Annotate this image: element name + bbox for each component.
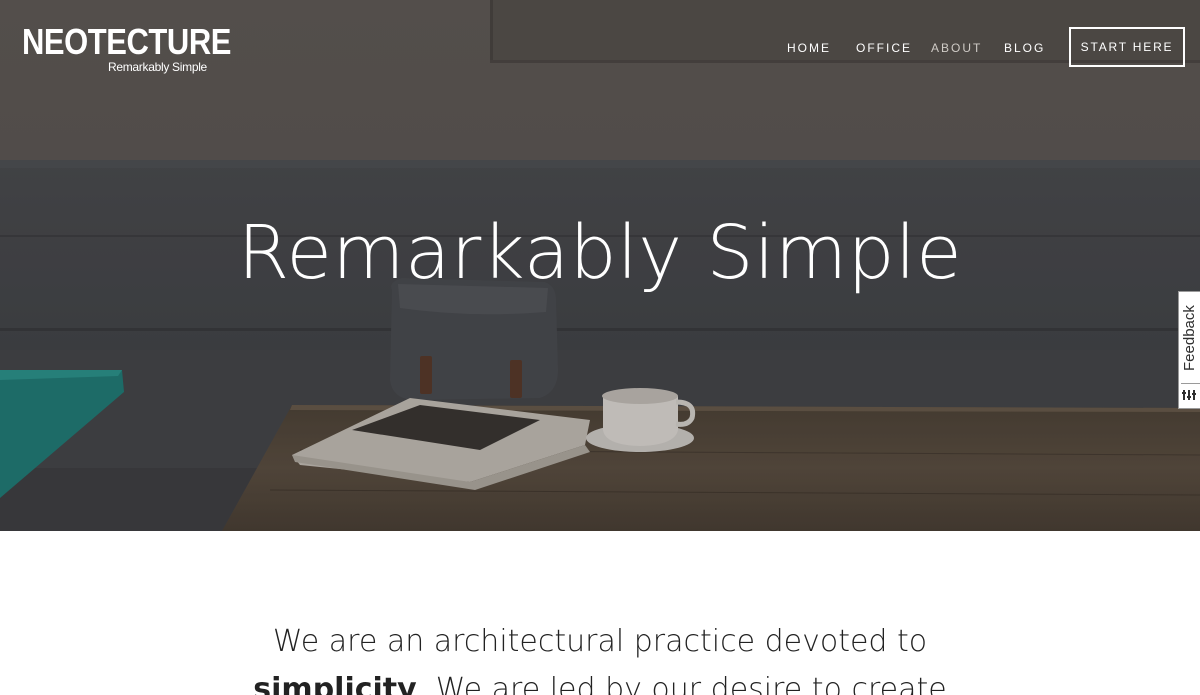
- nav-item-office[interactable]: OFFICE: [856, 40, 912, 56]
- intro-emphasis: simplicity: [253, 672, 417, 695]
- page: NEOTECTURE Remarkably Simple HOME OFFICE…: [0, 0, 1200, 695]
- intro-line-1: We are an architectural practice devoted…: [272, 624, 928, 659]
- hero-banner: NEOTECTURE Remarkably Simple HOME OFFICE…: [0, 0, 1200, 531]
- logo-tagline: Remarkably Simple: [108, 60, 207, 74]
- intro-line-2: simplicity. We are led by our desire to …: [0, 666, 1200, 695]
- nav-item-about[interactable]: ABOUT: [931, 40, 982, 56]
- hero-title: Remarkably Simple: [237, 210, 963, 296]
- feedback-divider: [1181, 383, 1200, 384]
- feedback-label: Feedback: [1181, 305, 1198, 371]
- main-nav: HOME OFFICE ABOUT BLOG: [0, 40, 1200, 60]
- intro-line-2-rest: . We are led by our desire to create: [416, 672, 947, 695]
- feedback-icon: [1182, 390, 1196, 400]
- start-here-button[interactable]: START HERE: [1069, 27, 1185, 67]
- nav-item-home[interactable]: HOME: [787, 40, 831, 56]
- feedback-tab[interactable]: Feedback: [1178, 291, 1200, 409]
- nav-item-blog[interactable]: BLOG: [1004, 40, 1045, 56]
- intro-text: We are an architectural practice devoted…: [0, 618, 1200, 695]
